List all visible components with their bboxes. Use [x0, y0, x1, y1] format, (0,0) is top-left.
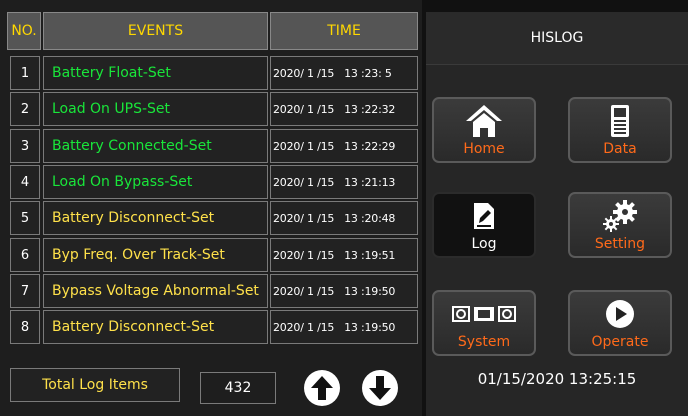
- row-event: Load On UPS-Set: [43, 92, 268, 126]
- total-log-items-value: 432: [200, 372, 276, 404]
- header-events: EVENTS: [43, 12, 268, 50]
- row-time: 2020/ 1 /15 13 :21:13: [270, 165, 418, 199]
- scroll-up-button[interactable]: [304, 370, 340, 406]
- data-label: Data: [603, 141, 637, 157]
- ups-screen: NO. EVENTS TIME 1 Battery Float-Set 2020/ …: [0, 0, 688, 416]
- row-time: 2020/ 1 /15 13 :19:50: [270, 274, 418, 308]
- arrow-up-circle-icon: [311, 376, 333, 400]
- log-button[interactable]: Log: [432, 192, 536, 258]
- setting-label: Setting: [594, 236, 646, 252]
- log-edit-icon: [434, 198, 534, 234]
- menu-panel: HISLOG Home Data Log Setting System Oper…: [426, 12, 688, 416]
- gears-icon: [570, 198, 670, 234]
- operate-label: Operate: [591, 334, 649, 350]
- operate-button[interactable]: Operate: [568, 290, 672, 356]
- row-event: Battery Connected-Set: [43, 129, 268, 163]
- row-number: 4: [10, 165, 40, 199]
- system-modules-icon: [434, 296, 534, 332]
- row-event: Battery Disconnect-Set: [43, 310, 268, 344]
- row-event: Byp Freq. Over Track-Set: [43, 238, 268, 272]
- data-meter-icon: [570, 103, 670, 139]
- row-number: 2: [10, 92, 40, 126]
- scroll-down-button[interactable]: [362, 370, 398, 406]
- arrow-down-circle-icon: [369, 376, 391, 400]
- header-no: NO.: [7, 12, 41, 50]
- play-icon: [570, 296, 670, 332]
- row-number: 7: [10, 274, 40, 308]
- row-number: 5: [10, 201, 40, 235]
- page-title: HISLOG: [426, 12, 688, 65]
- row-time: 2020/ 1 /15 13 :19:50: [270, 310, 418, 344]
- row-time: 2020/ 1 /15 13 :23: 5: [270, 56, 418, 90]
- total-log-items-label: Total Log Items: [10, 368, 180, 402]
- row-time: 2020/ 1 /15 13 :20:48: [270, 201, 418, 235]
- setting-button[interactable]: Setting: [568, 192, 672, 258]
- log-label: Log: [471, 236, 497, 252]
- row-event: Battery Disconnect-Set: [43, 201, 268, 235]
- header-time: TIME: [270, 12, 418, 50]
- current-datetime: 01/15/2020 13:25:15: [477, 370, 637, 388]
- row-event: Battery Float-Set: [43, 56, 268, 90]
- row-event: Bypass Voltage Abnormal-Set: [43, 274, 268, 308]
- row-time: 2020/ 1 /15 13 :22:32: [270, 92, 418, 126]
- system-button[interactable]: System: [432, 290, 536, 356]
- row-number: 8: [10, 310, 40, 344]
- row-time: 2020/ 1 /15 13 :19:51: [270, 238, 418, 272]
- row-number: 1: [10, 56, 40, 90]
- row-time: 2020/ 1 /15 13 :22:29: [270, 129, 418, 163]
- data-button[interactable]: Data: [568, 97, 672, 163]
- home-button[interactable]: Home: [432, 97, 536, 163]
- home-icon: [434, 103, 534, 139]
- row-number: 6: [10, 238, 40, 272]
- home-label: Home: [463, 141, 505, 157]
- system-label: System: [457, 334, 511, 350]
- row-event: Load On Bypass-Set: [43, 165, 268, 199]
- row-number: 3: [10, 129, 40, 163]
- log-panel: NO. EVENTS TIME 1 Battery Float-Set 2020/ …: [0, 0, 422, 416]
